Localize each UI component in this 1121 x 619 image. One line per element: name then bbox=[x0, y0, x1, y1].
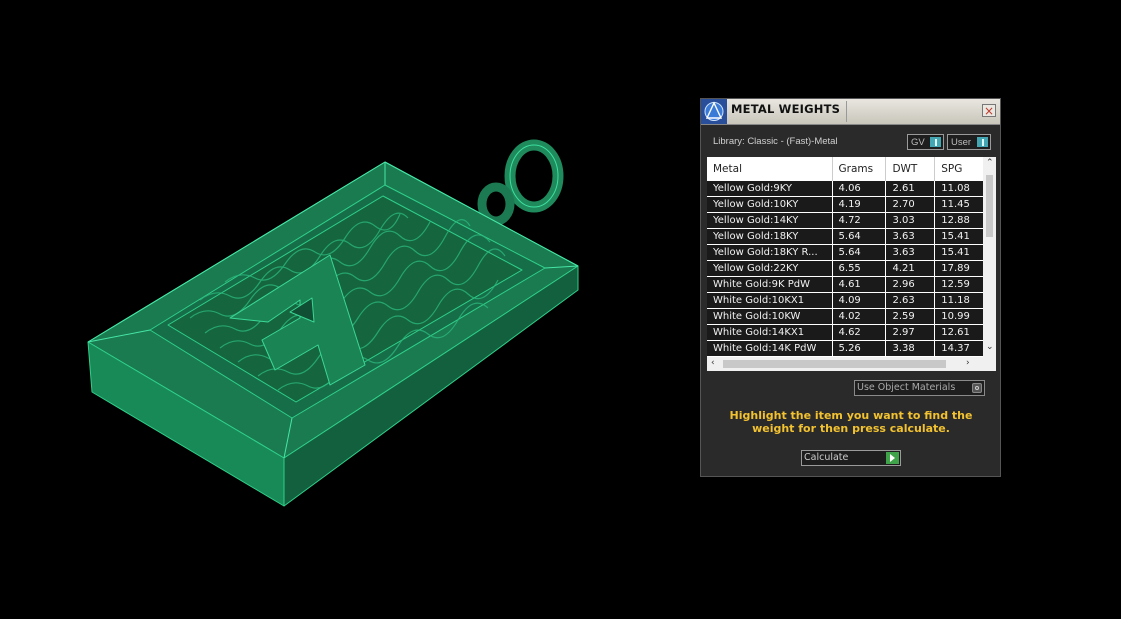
cell-metal: Yellow Gold:22KY bbox=[707, 260, 833, 277]
panel-title: METAL WEIGHTS bbox=[731, 102, 841, 116]
cell-dwt: 2.61 bbox=[885, 181, 936, 197]
scroll-up-icon[interactable]: ⌃ bbox=[986, 158, 994, 168]
cell-grams: 5.64 bbox=[832, 244, 887, 261]
cell-metal: Yellow Gold:9KY bbox=[707, 181, 833, 197]
table-row[interactable]: Yellow Gold:14KY 4.72 3.03 12.88 bbox=[707, 212, 983, 229]
cell-dwt: 2.96 bbox=[885, 276, 936, 293]
metal-weights-panel: METAL WEIGHTS × Library: Classic - (Fast… bbox=[700, 98, 1001, 477]
cell-dwt: 2.70 bbox=[885, 196, 936, 213]
table-row[interactable]: White Gold:10KW 4.02 2.59 10.99 bbox=[707, 308, 983, 325]
cell-spg: 14.37 bbox=[934, 340, 983, 357]
table-header-row: Metal Grams DWT SPG bbox=[707, 157, 983, 181]
cell-metal: White Gold:14K PdW bbox=[707, 340, 833, 357]
cell-grams: 4.02 bbox=[832, 308, 887, 325]
cell-spg: 15.41 bbox=[934, 228, 983, 245]
cell-metal: White Gold:10KW bbox=[707, 308, 833, 325]
cell-dwt: 3.63 bbox=[885, 244, 936, 261]
cell-metal: Yellow Gold:18KY R... bbox=[707, 244, 833, 261]
table-row[interactable]: White Gold:14KX1 4.62 2.97 12.61 bbox=[707, 324, 983, 341]
scroll-right-icon[interactable]: › bbox=[966, 358, 970, 368]
vertical-scroll-thumb[interactable] bbox=[986, 175, 993, 237]
table-row[interactable]: White Gold:14K PdW 5.26 3.38 14.37 bbox=[707, 340, 983, 357]
cell-spg: 11.08 bbox=[934, 181, 983, 197]
cell-spg: 12.88 bbox=[934, 212, 983, 229]
cell-metal: White Gold:14KX1 bbox=[707, 324, 833, 341]
column-header-grams[interactable]: Grams bbox=[832, 157, 887, 181]
cell-spg: 12.59 bbox=[934, 276, 983, 293]
horizontal-scrollbar[interactable]: ‹ › bbox=[707, 357, 996, 371]
cell-metal: Yellow Gold:14KY bbox=[707, 212, 833, 229]
table-row[interactable]: Yellow Gold:9KY 4.06 2.61 11.08 bbox=[707, 181, 983, 197]
cell-spg: 17.89 bbox=[934, 260, 983, 277]
column-header-metal[interactable]: Metal bbox=[707, 157, 833, 181]
instruction-text: Highlight the item you want to find the … bbox=[729, 409, 973, 435]
cell-dwt: 3.03 bbox=[885, 212, 936, 229]
horizontal-scroll-thumb[interactable] bbox=[723, 360, 946, 368]
close-button[interactable]: × bbox=[982, 104, 996, 117]
source-select-value: User bbox=[951, 137, 972, 148]
column-header-spg[interactable]: SPG bbox=[934, 157, 983, 181]
table-row[interactable]: White Gold:10KX1 4.09 2.63 11.18 bbox=[707, 292, 983, 309]
metal-table: Metal Grams DWT SPG Yellow Gold:9KY 4.06 2… bbox=[707, 157, 983, 357]
cell-grams: 4.61 bbox=[832, 276, 887, 293]
cell-grams: 4.06 bbox=[832, 181, 887, 197]
model-viewport[interactable] bbox=[0, 0, 700, 619]
table-row[interactable]: Yellow Gold:18KY 5.64 3.63 15.41 bbox=[707, 228, 983, 245]
dropdown-icon bbox=[977, 137, 988, 147]
table-row[interactable]: Yellow Gold:10KY 4.19 2.70 11.45 bbox=[707, 196, 983, 213]
cell-spg: 15.41 bbox=[934, 244, 983, 261]
scroll-down-icon[interactable]: ⌄ bbox=[986, 342, 994, 352]
unit-select-value: GV bbox=[911, 137, 925, 148]
cell-grams: 4.62 bbox=[832, 324, 887, 341]
title-bar[interactable]: METAL WEIGHTS × bbox=[701, 99, 1000, 125]
cell-grams: 4.19 bbox=[832, 196, 887, 213]
cell-dwt: 2.63 bbox=[885, 292, 936, 309]
cell-dwt: 2.97 bbox=[885, 324, 936, 341]
cell-grams: 4.72 bbox=[832, 212, 887, 229]
cell-dwt: 3.38 bbox=[885, 340, 936, 357]
radio-icon bbox=[972, 383, 982, 393]
calculate-button[interactable]: Calculate bbox=[801, 450, 901, 466]
column-header-dwt[interactable]: DWT bbox=[885, 157, 936, 181]
metal-table-container[interactable]: Metal Grams DWT SPG Yellow Gold:9KY 4.06 2… bbox=[707, 157, 996, 371]
calculate-label: Calculate bbox=[804, 452, 849, 463]
cell-dwt: 2.59 bbox=[885, 308, 936, 325]
cell-grams: 5.26 bbox=[832, 340, 887, 357]
library-label: Library: Classic - (Fast)-Metal bbox=[713, 136, 838, 147]
dropdown-icon bbox=[930, 137, 941, 147]
title-divider bbox=[846, 101, 847, 122]
vertical-scrollbar[interactable]: ⌃ ⌄ bbox=[983, 157, 996, 357]
cell-spg: 12.61 bbox=[934, 324, 983, 341]
use-object-materials-toggle[interactable]: Use Object Materials bbox=[854, 380, 985, 396]
cell-spg: 11.18 bbox=[934, 292, 983, 309]
cell-spg: 10.99 bbox=[934, 308, 983, 325]
table-row[interactable]: White Gold:9K PdW 4.61 2.96 12.59 bbox=[707, 276, 983, 293]
cell-metal: Yellow Gold:18KY bbox=[707, 228, 833, 245]
table-row[interactable]: Yellow Gold:22KY 6.55 4.21 17.89 bbox=[707, 260, 983, 277]
app-logo-icon bbox=[701, 99, 727, 124]
cell-metal: Yellow Gold:10KY bbox=[707, 196, 833, 213]
unit-select[interactable]: GV bbox=[907, 134, 944, 150]
cell-dwt: 3.63 bbox=[885, 228, 936, 245]
use-object-materials-label: Use Object Materials bbox=[857, 382, 956, 393]
close-icon: × bbox=[983, 103, 995, 118]
cell-dwt: 4.21 bbox=[885, 260, 936, 277]
scroll-left-icon[interactable]: ‹ bbox=[711, 358, 715, 368]
cell-metal: White Gold:10KX1 bbox=[707, 292, 833, 309]
cell-spg: 11.45 bbox=[934, 196, 983, 213]
table-row[interactable]: Yellow Gold:18KY R... 5.64 3.63 15.41 bbox=[707, 244, 983, 261]
cell-grams: 4.09 bbox=[832, 292, 887, 309]
play-icon bbox=[886, 452, 899, 464]
pendant-model bbox=[87, 139, 579, 507]
cell-grams: 5.64 bbox=[832, 228, 887, 245]
cell-grams: 6.55 bbox=[832, 260, 887, 277]
source-select[interactable]: User bbox=[947, 134, 991, 150]
cell-metal: White Gold:9K PdW bbox=[707, 276, 833, 293]
